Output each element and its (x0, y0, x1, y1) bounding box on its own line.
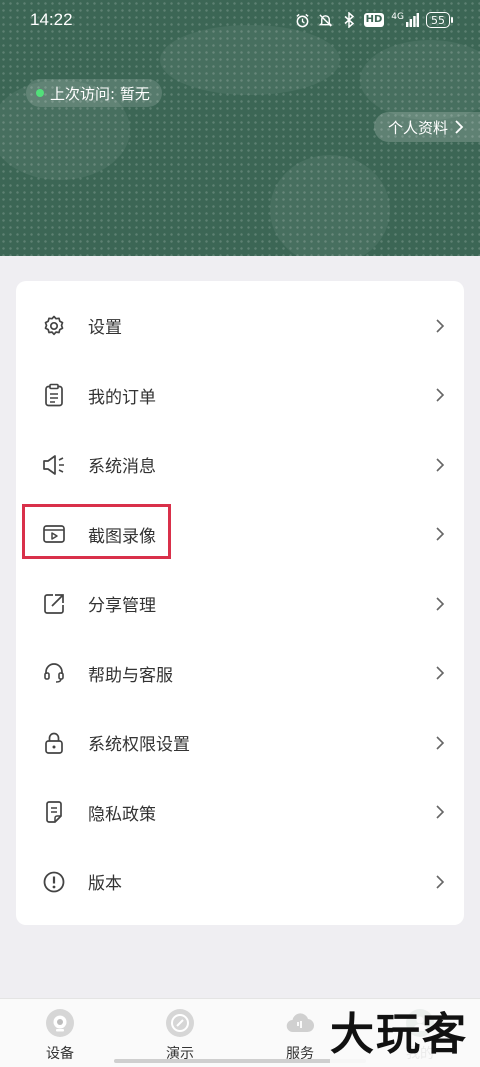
menu-item-permissions[interactable]: 系统权限设置 (16, 708, 464, 778)
menu-label: 系统权限设置 (88, 735, 190, 756)
status-icons: HD 4G 55 (295, 12, 453, 28)
nav-tab-devices[interactable]: 设备 (20, 1009, 100, 1065)
menu-item-settings[interactable]: 设置 (16, 291, 464, 361)
profile-link-label: 个人资料 (387, 118, 448, 137)
menu-item-version[interactable]: 版本 (16, 847, 464, 917)
chevron-right-icon (455, 120, 464, 134)
last-visit-badge: 上次访问: 暂无 (26, 79, 162, 107)
menu-label: 帮助与客服 (88, 665, 173, 686)
alarm-icon (295, 12, 311, 28)
status-bar: 14:22 HD 4G 55 (0, 0, 480, 40)
demo-icon (166, 1009, 194, 1037)
speaker-icon (41, 452, 67, 478)
menu-label: 截图录像 (88, 526, 156, 547)
4g-signal-icon: 4G (391, 13, 419, 27)
menu-label: 版本 (88, 874, 122, 895)
battery-level: 55 (431, 13, 445, 27)
mute-icon (318, 12, 334, 28)
home-indicator[interactable] (114, 1059, 366, 1063)
last-visit-text: 上次访问: 暂无 (50, 84, 150, 103)
chevron-right-icon (436, 388, 445, 402)
hd-badge: HD (363, 13, 385, 27)
chevron-right-icon (436, 666, 445, 680)
chevron-right-icon (436, 875, 445, 889)
battery-icon: 55 (426, 12, 453, 28)
network-type-label: 4G (391, 12, 404, 22)
nav-label: 设备 (46, 1046, 74, 1062)
bluetooth-icon (341, 12, 357, 28)
cloud-icon (286, 1009, 314, 1037)
info-icon (41, 869, 67, 895)
share-icon (41, 591, 67, 617)
document-icon (41, 799, 67, 825)
chevron-right-icon (436, 736, 445, 750)
menu-label: 我的订单 (88, 387, 156, 408)
menu-item-screenshots[interactable]: 截图录像 (16, 500, 464, 570)
menu-item-orders[interactable]: 我的订单 (16, 361, 464, 431)
nav-tab-demo[interactable]: 演示 (140, 1009, 220, 1065)
headset-icon (41, 660, 67, 686)
video-frame-icon (41, 521, 67, 547)
menu-label: 系统消息 (88, 457, 156, 478)
chevron-right-icon (436, 458, 445, 472)
chevron-right-icon (436, 597, 445, 611)
profile-link-button[interactable]: 个人资料 (373, 112, 480, 142)
menu-item-messages[interactable]: 系统消息 (16, 430, 464, 500)
lock-icon (41, 730, 67, 756)
chevron-right-icon (436, 319, 445, 333)
menu-label: 设置 (88, 318, 122, 339)
online-dot-icon (36, 89, 44, 97)
clipboard-icon (41, 382, 67, 408)
profile-header: 14:22 HD 4G 55 上次访问: 暂无 个人资料 (0, 0, 480, 256)
menu-label: 分享管理 (88, 596, 156, 617)
watermark-logo: 大玩客 (330, 1006, 478, 1064)
menu-card: 设置 我的订单 系统消息 截图录像 分享管理 帮助与客服 系统权限设置 隐私政策… (16, 281, 464, 925)
chevron-right-icon (436, 527, 445, 541)
nav-tab-services[interactable]: 服务 (260, 1009, 340, 1065)
gear-icon (41, 313, 67, 339)
menu-label: 隐私政策 (88, 804, 156, 825)
menu-item-help[interactable]: 帮助与客服 (16, 639, 464, 709)
menu-item-share[interactable]: 分享管理 (16, 569, 464, 639)
camera-icon (46, 1009, 74, 1037)
chevron-right-icon (436, 805, 445, 819)
menu-item-privacy[interactable]: 隐私政策 (16, 778, 464, 848)
status-time: 14:22 (30, 10, 73, 29)
